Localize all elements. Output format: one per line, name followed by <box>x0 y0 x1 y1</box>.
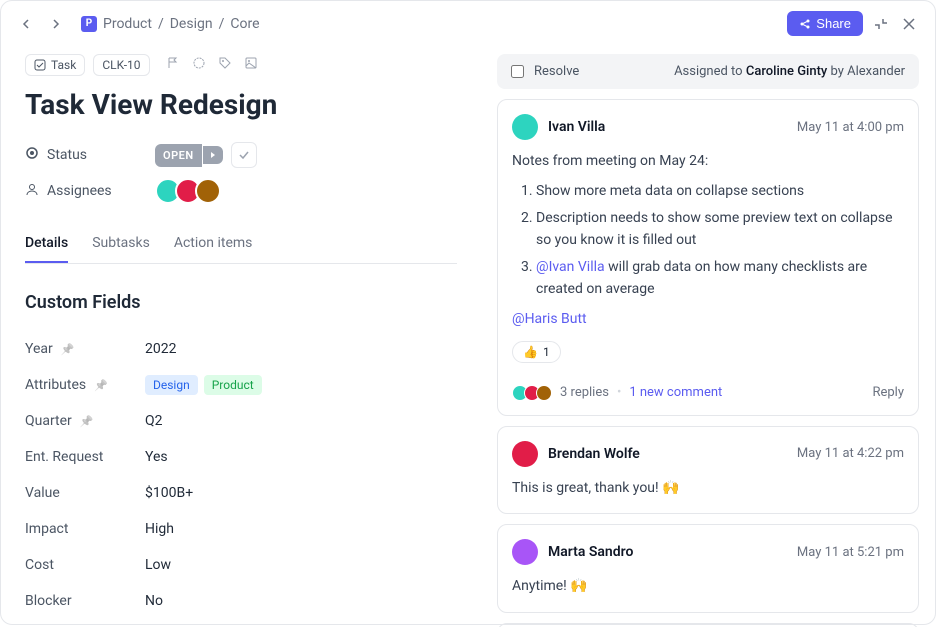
nav-back[interactable] <box>17 14 37 34</box>
tag[interactable]: Product <box>204 375 262 395</box>
breadcrumb-item[interactable]: Product <box>103 16 152 32</box>
tab-subtasks[interactable]: Subtasks <box>92 225 150 263</box>
flag-icon[interactable] <box>166 56 180 74</box>
status-next-button[interactable] <box>203 146 223 164</box>
share-button[interactable]: Share <box>787 11 863 36</box>
avatar <box>512 114 538 140</box>
complete-button[interactable] <box>231 142 257 168</box>
tab-details[interactable]: Details <box>25 225 68 263</box>
breadcrumb-item[interactable]: Design <box>170 16 213 32</box>
comment: Brendan Wolfe May 11 at 4:22 pm This is … <box>497 426 919 514</box>
breadcrumb-item[interactable]: Core <box>230 16 259 32</box>
avatar <box>512 539 538 565</box>
resolve-label: Resolve <box>534 64 579 79</box>
mention[interactable]: @Ivan Villa <box>536 259 605 275</box>
assigned-text: Assigned to Caroline Ginty by Alexander <box>674 64 905 79</box>
task-title: Task View Redesign <box>25 88 457 121</box>
custom-field-row: Quarter📌Q2 <box>25 403 457 439</box>
image-icon[interactable] <box>244 56 258 74</box>
nav-forward[interactable] <box>45 14 65 34</box>
reply-button[interactable]: Reply <box>872 385 904 400</box>
new-comment-link[interactable]: 1 new comment <box>629 385 722 400</box>
reply-avatars <box>512 385 552 401</box>
tag-icon[interactable] <box>218 56 232 74</box>
space-icon: P <box>81 16 97 32</box>
custom-field-row: BlockerNo <box>25 583 457 619</box>
resolve-checkbox[interactable] <box>511 65 524 78</box>
breadcrumb: P Product/ Design/ Core <box>81 16 779 32</box>
comment-time: May 11 at 5:21 pm <box>797 545 904 560</box>
mention[interactable]: @Haris Butt <box>512 311 587 327</box>
avatar <box>512 441 538 467</box>
custom-field-row: Value$100B+ <box>25 475 457 511</box>
tab-action-items[interactable]: Action items <box>174 225 253 263</box>
custom-field-row: Attributes📌DesignProduct <box>25 367 457 403</box>
status-pill[interactable]: OPEN <box>155 144 202 167</box>
close-icon[interactable] <box>899 14 919 34</box>
comment-time: May 11 at 4:22 pm <box>797 446 904 461</box>
comment-author: Brendan Wolfe <box>548 446 640 462</box>
pin-icon: 📌 <box>94 379 108 392</box>
reaction-button[interactable]: 👍1 <box>512 341 561 363</box>
custom-fields-heading: Custom Fields <box>25 292 457 313</box>
replies-count[interactable]: 3 replies <box>560 385 609 400</box>
resolve-bar: Resolve Assigned to Caroline Ginty by Al… <box>497 54 919 89</box>
assignee-avatars[interactable] <box>155 178 221 204</box>
estimate-icon[interactable] <box>192 56 206 74</box>
comment: Ivan Villa May 11 at 4:00 pm Notes from … <box>497 99 919 416</box>
custom-field-row: ImpactHigh <box>25 511 457 547</box>
task-id-chip[interactable]: CLK-10 <box>93 54 149 76</box>
custom-field-row: Ent. RequestYes <box>25 439 457 475</box>
comment: Marta Sandro May 11 at 5:21 pm Anytime! … <box>497 524 919 612</box>
custom-field-row: Year📌2022 <box>25 331 457 367</box>
custom-field-row: CostLow <box>25 547 457 583</box>
comment-author: Ivan Villa <box>548 119 605 135</box>
person-icon <box>25 182 39 200</box>
pin-icon: 📌 <box>80 415 94 428</box>
collapse-icon[interactable] <box>871 14 891 34</box>
task-type-chip[interactable]: Task <box>25 54 85 76</box>
comment-time: May 11 at 4:00 pm <box>797 120 904 135</box>
status-icon <box>25 146 39 164</box>
pin-icon: 📌 <box>61 343 75 356</box>
tag[interactable]: Design <box>145 375 198 395</box>
comment-author: Marta Sandro <box>548 544 633 560</box>
